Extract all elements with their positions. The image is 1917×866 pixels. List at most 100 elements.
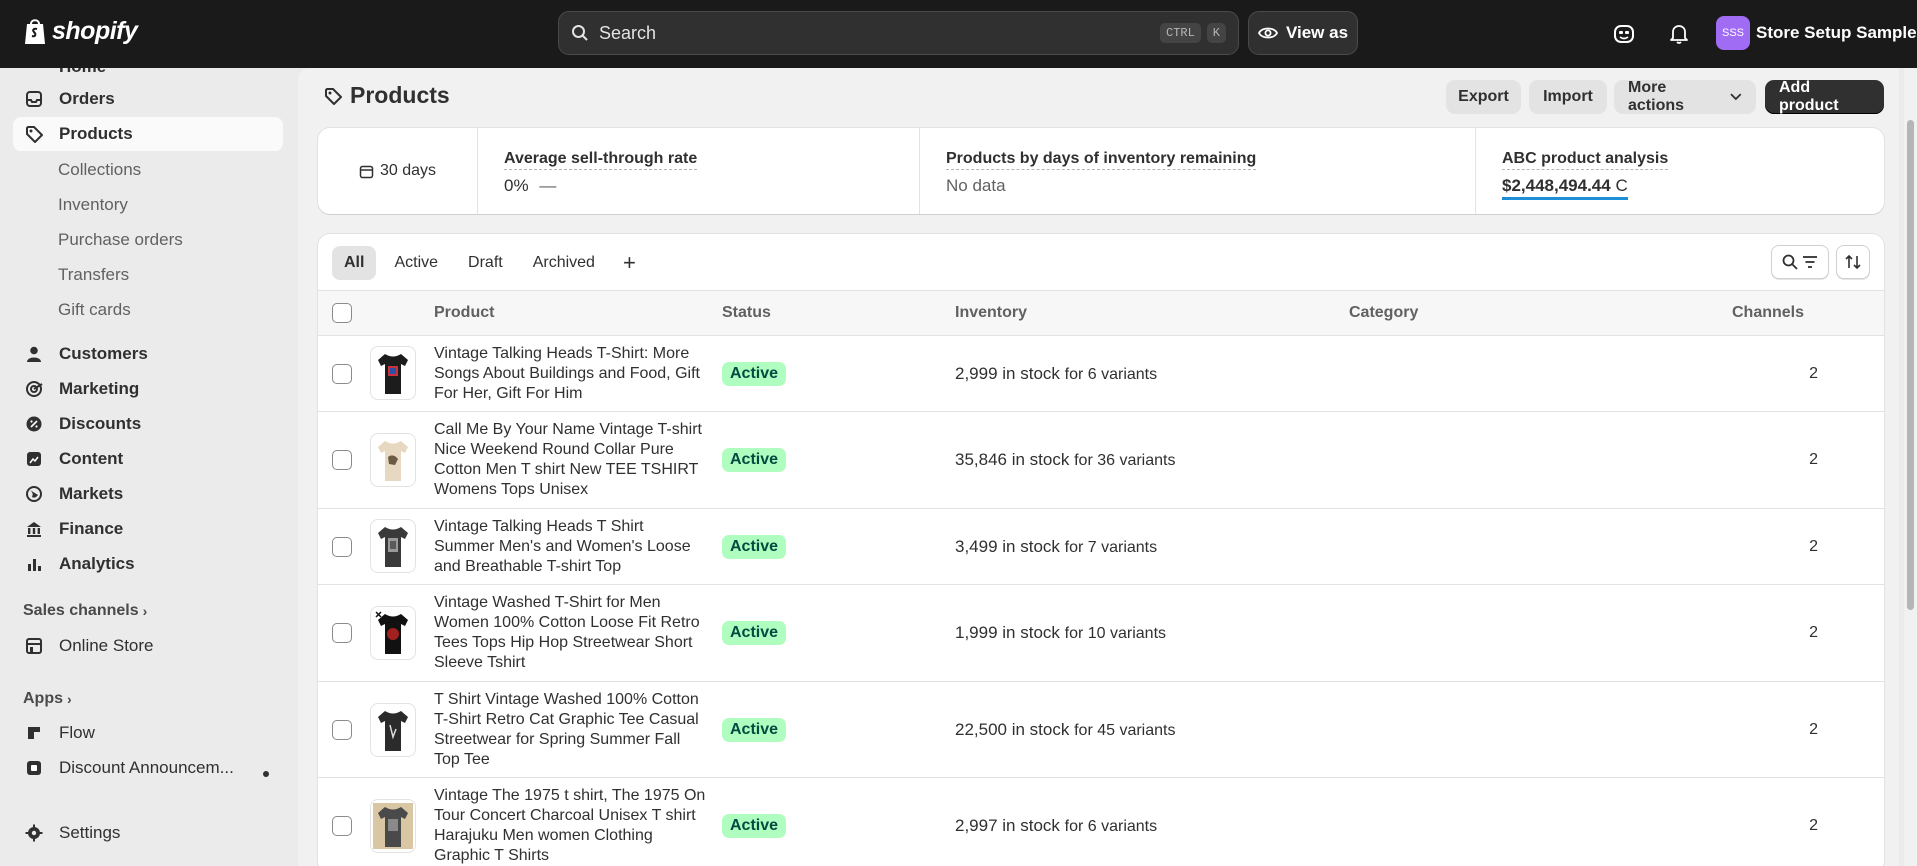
table-header: Product Status Inventory Category Channe… [318,290,1884,336]
view-as-button[interactable]: View as [1248,11,1358,55]
row-checkbox[interactable] [332,450,352,470]
target-icon [23,378,45,400]
product-thumbnail [370,346,416,400]
abc-value: $2,448,494.44 [1502,176,1611,195]
product-name[interactable]: Vintage Talking Heads T-Shirt: More Song… [434,344,706,404]
sell-through-metric[interactable]: Average sell-through rate 0% — [478,128,920,214]
page-scrollbar[interactable] [1904,68,1917,866]
sidebar-item-finance[interactable]: Finance [13,512,283,546]
metric-value: $2,448,494.44 C [1502,176,1628,200]
export-button[interactable]: Export [1446,80,1521,114]
main-content: Products Export Import More actions Add … [298,68,1899,866]
search-input[interactable]: Search CTRL K [558,11,1239,55]
metric-label: Average sell-through rate [504,150,698,170]
add-product-button[interactable]: Add product [1765,79,1884,114]
table-row[interactable]: Vintage Washed T-Shirt for Men Women 100… [318,585,1884,682]
apps-heading[interactable]: Apps › [23,690,72,708]
sidebar-item-analytics[interactable]: Analytics [13,547,283,581]
date-range-button[interactable]: 30 days [318,128,478,214]
sidebar-item-gift-cards[interactable]: Gift cards [58,300,131,320]
add-view-button[interactable]: + [613,246,646,280]
days-inventory-metric[interactable]: Products by days of inventory remaining … [920,128,1476,214]
sidebar-item-settings[interactable]: Settings [13,816,283,850]
tab-all[interactable]: All [332,246,377,280]
row-checkbox[interactable] [332,816,352,836]
table-row[interactable]: Vintage The 1975 t shirt, The 1975 On To… [318,778,1884,866]
row-checkbox[interactable] [332,623,352,643]
abc-analysis-metric[interactable]: ABC product analysis $2,448,494.44 C [1476,128,1884,214]
product-thumbnail [370,703,416,757]
sidebar-item-content[interactable]: Content [13,442,283,476]
sidebar-item-collections[interactable]: Collections [58,160,141,180]
product-name[interactable]: Vintage The 1975 t shirt, The 1975 On To… [434,786,706,866]
status-badge: Active [722,814,787,838]
sidebar-item-products[interactable]: Products [13,117,283,151]
sales-channels-heading[interactable]: Sales channels › [23,602,147,620]
tab-active[interactable]: Active [382,246,450,280]
tshirt-image [378,441,408,481]
table-row[interactable]: T Shirt Vintage Washed 100% Cotton T-Shi… [318,682,1884,778]
page-title: Products [324,82,450,109]
sidebar-item-flow[interactable]: Flow [13,716,283,750]
row-checkbox[interactable] [332,364,352,384]
row-checkbox[interactable] [332,537,352,557]
sidebar-item-markets[interactable]: Markets [13,477,283,511]
sidebar-item-label: Online Store [59,636,154,655]
sidebar-item-online-store[interactable]: Online Store [13,629,283,663]
sidebar-item-orders[interactable]: Orders [13,82,283,116]
sidebar-item-purchase-orders[interactable]: Purchase orders [58,230,183,250]
table-row[interactable]: Call Me By Your Name Vintage T-shirt Nic… [318,412,1884,509]
stock-count: 35,846 in stock [955,450,1070,469]
stock-count: 2,997 in stock [955,816,1060,835]
status-badge: Active [722,448,787,472]
top-bar: shopify Search CTRL K View as SSS Store … [0,0,1917,68]
product-name[interactable]: T Shirt Vintage Washed 100% Cotton T-Shi… [434,690,706,770]
table-row[interactable]: Vintage Talking Heads T Shirt Summer Men… [318,509,1884,585]
table-row[interactable]: Vintage Talking Heads T-Shirt: More Song… [318,336,1884,412]
sidebar-item-transfers[interactable]: Transfers [58,265,129,285]
sidebar-item-discounts[interactable]: Discounts [13,407,283,441]
variant-count: for 36 variants [1074,452,1176,469]
search-placeholder: Search [599,22,657,43]
section-label: Apps [23,690,63,707]
scrollbar-thumb[interactable] [1907,120,1914,610]
view-tabs: All Active Draft Archived + [332,246,646,280]
status-badge: Active [722,718,787,742]
inventory-cell: 1,999 in stock for 10 variants [955,623,1166,643]
sell-through-value: 0% [504,176,529,195]
more-actions-button[interactable]: More actions [1614,79,1756,114]
tshirt-image [375,611,408,654]
sidebar-item-inventory[interactable]: Inventory [58,195,128,215]
column-header-product[interactable]: Product [434,304,494,322]
channels-count: 2 [1809,721,1818,738]
sidebar-item-customers[interactable]: Customers [13,337,283,371]
product-name[interactable]: Vintage Talking Heads T Shirt Summer Men… [434,517,706,577]
select-all-checkbox[interactable] [332,303,352,323]
row-checkbox[interactable] [332,720,352,740]
sort-button[interactable] [1836,245,1870,279]
column-header-inventory[interactable]: Inventory [955,304,1027,322]
column-header-status[interactable]: Status [722,304,771,322]
column-header-channels[interactable]: Channels [1732,304,1804,322]
bell-icon[interactable] [1665,20,1693,48]
channels-count: 2 [1809,624,1818,641]
shortcut-k: K [1206,23,1226,43]
sidebar-item-discount-app[interactable]: Discount Announcem... [13,751,283,785]
channels-count: 2 [1809,817,1818,834]
product-name[interactable]: Call Me By Your Name Vintage T-shirt Nic… [434,420,706,500]
shopify-bag-icon [25,19,45,44]
shopify-logo[interactable]: shopify [22,16,138,46]
import-button[interactable]: Import [1529,80,1607,114]
tab-archived[interactable]: Archived [521,246,607,280]
store-menu[interactable]: SSS Store Setup Sample [1716,16,1917,50]
sidekick-icon[interactable] [1610,20,1638,48]
tab-draft[interactable]: Draft [456,246,515,280]
sidebar-item-label: Discounts [59,414,142,433]
product-thumbnail [370,519,416,573]
inventory-cell: 2,999 in stock for 6 variants [955,364,1157,384]
column-header-category[interactable]: Category [1349,304,1418,322]
product-name[interactable]: Vintage Washed T-Shirt for Men Women 100… [434,593,706,673]
sidebar-item-marketing[interactable]: Marketing [13,372,283,406]
eye-icon [1257,27,1278,39]
search-filter-button[interactable] [1771,245,1829,279]
